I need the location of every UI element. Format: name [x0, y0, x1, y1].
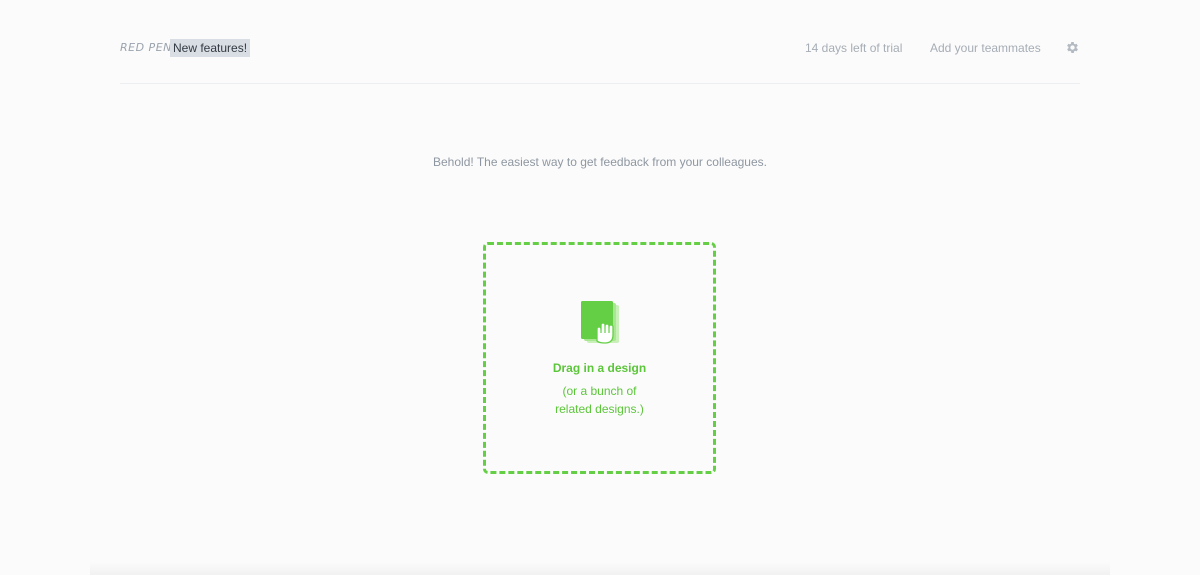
app-page: RED PEN New features! 14 days left of tr…	[0, 0, 1200, 575]
logo[interactable]: RED PEN	[120, 41, 172, 54]
trial-status: 14 days left of trial	[805, 41, 903, 55]
new-features-link[interactable]: New features!	[170, 39, 251, 57]
dropzone-title: Drag in a design	[552, 361, 647, 375]
header-divider	[120, 83, 1080, 84]
tagline: Behold! The easiest way to get feedback …	[433, 155, 767, 169]
add-teammates-link[interactable]: Add your teammates	[930, 41, 1041, 55]
top-bar: RED PEN New features! 14 days left of tr…	[120, 36, 1080, 60]
document-drag-hand-icon	[581, 301, 619, 344]
dropzone-subtitle-line-2: related designs.)	[555, 402, 644, 416]
dropzone-subtitle: (or a bunch of related designs.)	[486, 382, 713, 418]
gear-icon[interactable]	[1065, 40, 1080, 55]
bottom-shadow	[90, 562, 1110, 575]
dropzone-subtitle-line-1: (or a bunch of	[562, 384, 637, 398]
design-dropzone[interactable]: Drag in a design (or a bunch of related …	[483, 242, 716, 474]
